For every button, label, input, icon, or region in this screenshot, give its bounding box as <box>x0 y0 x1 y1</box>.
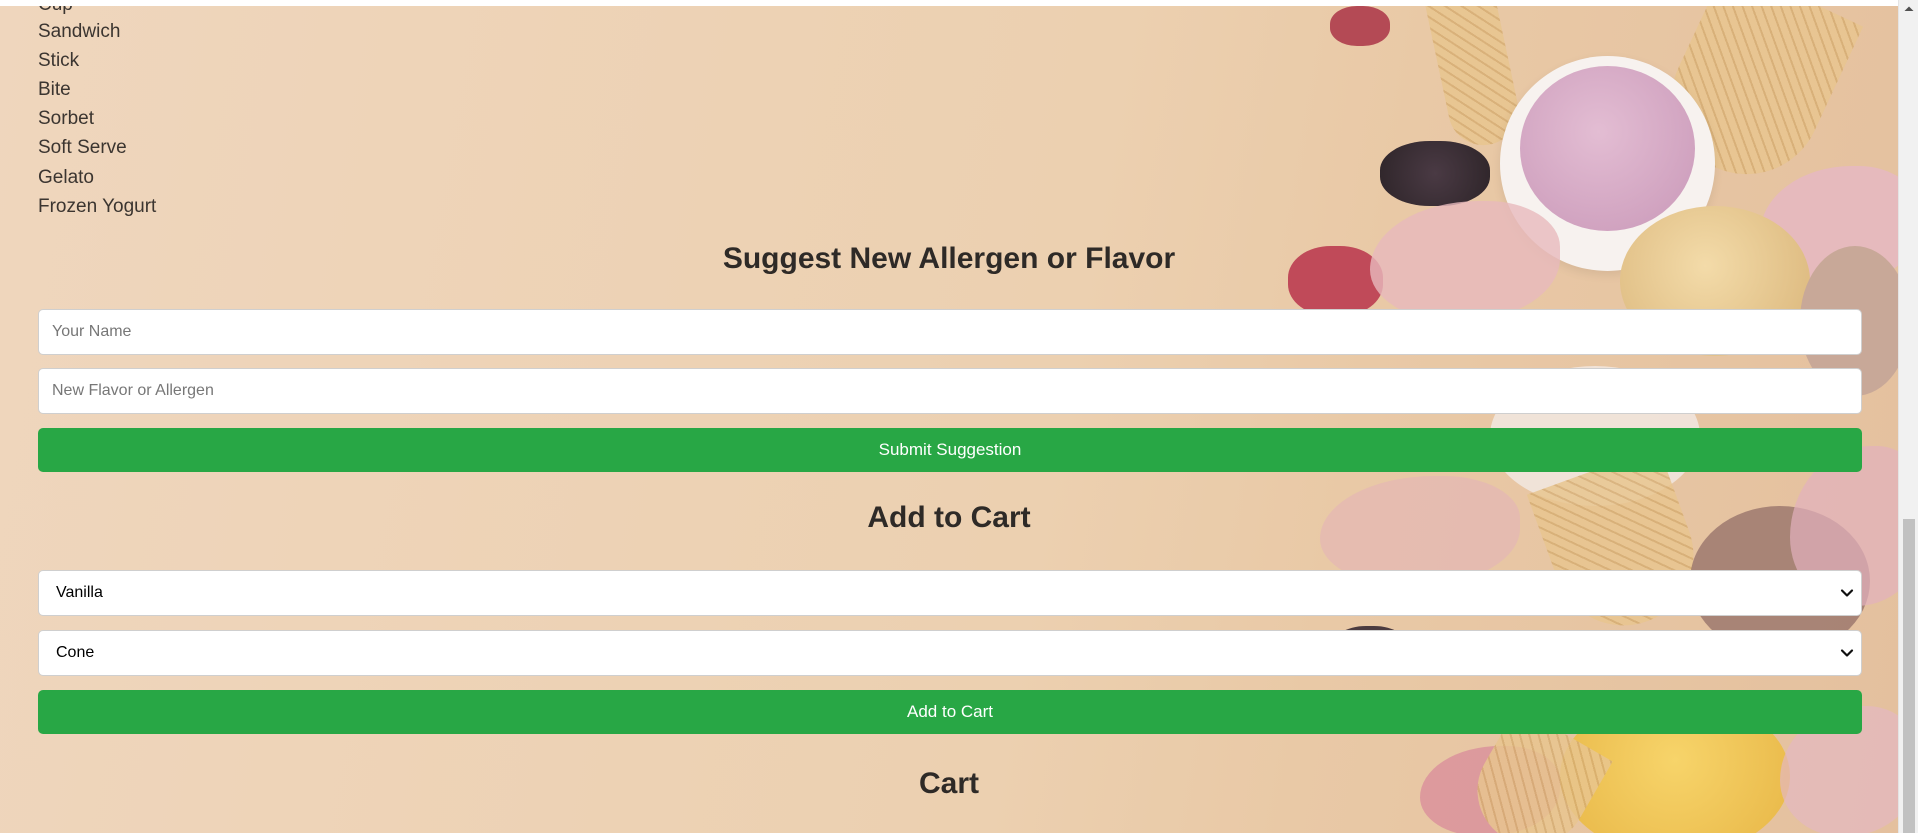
flavor-select-value: Vanilla <box>56 584 103 601</box>
type-select-value: Cone <box>56 644 95 661</box>
product-type-select[interactable]: Cone <box>38 630 1862 676</box>
list-item: Gelato <box>38 167 94 188</box>
suggest-section-title: Suggest New Allergen or Flavor <box>722 242 1176 275</box>
your-name-input[interactable] <box>38 309 1862 355</box>
cart-section-title: Cart <box>918 767 979 800</box>
list-item: Bite <box>38 79 71 100</box>
scroll-up-arrow-icon[interactable] <box>1899 0 1918 18</box>
page-viewport: Cup Sandwich Stick Bite Sorbet Soft Serv… <box>0 6 1898 833</box>
scrollbar-thumb[interactable] <box>1903 519 1915 833</box>
vertical-scrollbar[interactable] <box>1898 0 1918 833</box>
add-to-cart-button[interactable]: Add to Cart <box>38 690 1862 734</box>
list-item: Cup <box>38 6 73 16</box>
flavor-select[interactable]: Vanilla <box>38 570 1862 616</box>
new-flavor-or-allergen-input[interactable] <box>38 368 1862 414</box>
chevron-down-icon <box>1840 649 1854 657</box>
list-item: Sandwich <box>38 21 121 42</box>
submit-suggestion-button[interactable]: Submit Suggestion <box>38 428 1862 472</box>
list-item: Soft Serve <box>38 137 127 158</box>
list-item: Frozen Yogurt <box>38 196 157 217</box>
list-item: Stick <box>38 50 80 71</box>
chevron-down-icon <box>1840 589 1854 597</box>
list-item: Sorbet <box>38 108 94 129</box>
main-content: Cup Sandwich Stick Bite Sorbet Soft Serv… <box>0 6 1898 833</box>
add-to-cart-section-title: Add to Cart <box>867 501 1031 534</box>
